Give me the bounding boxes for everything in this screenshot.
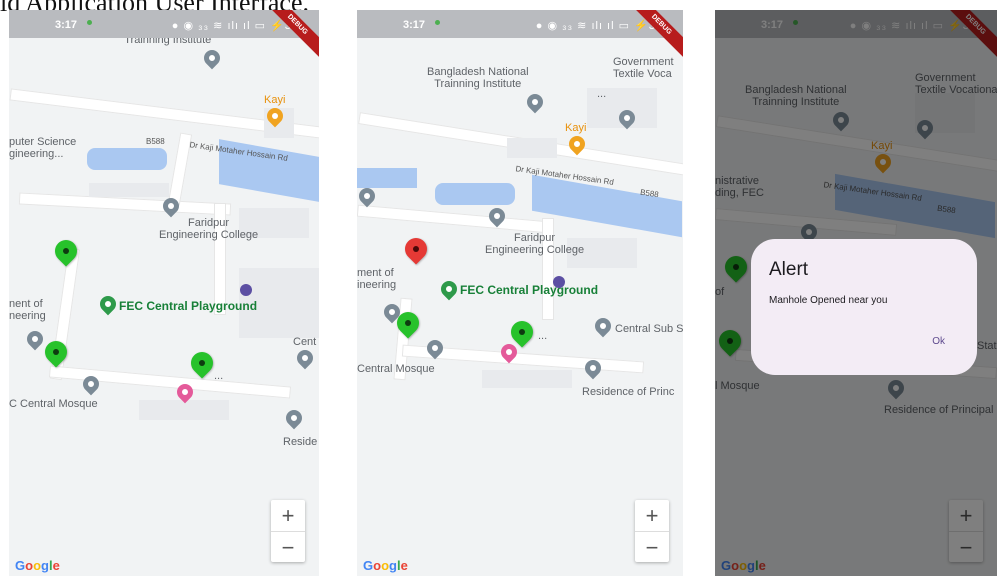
screen-manhole-open-map: 3:17 ● ◉ ₃₃ ≋ ılı ıl ▭ ⚡34 DEBUG Banglad… xyxy=(357,10,683,576)
bank-poi-icon[interactable] xyxy=(591,314,615,338)
water-body xyxy=(87,148,167,170)
zoom-control: + − xyxy=(271,500,305,562)
education-poi-icon[interactable] xyxy=(523,90,547,114)
status-bar: 3:17 ● ◉ ₃₃ ≋ ılı ıl ▭ ⚡34 xyxy=(357,10,683,38)
building xyxy=(482,370,572,388)
label-kayi: Kayi xyxy=(264,94,286,106)
user-location-icon xyxy=(553,276,565,288)
water-body xyxy=(357,168,417,188)
label-kayi: Kayi xyxy=(565,122,587,134)
google-logo: Google xyxy=(363,558,408,573)
label-fec-playground: FEC Central Playground xyxy=(460,283,599,297)
label-fec-playground: FEC Central Playground xyxy=(119,299,258,313)
water-body xyxy=(435,183,515,205)
zoom-in-button[interactable]: + xyxy=(635,500,669,532)
road-label-b588: B588 xyxy=(146,137,165,146)
education-poi-icon[interactable] xyxy=(23,327,47,351)
alert-message: Manhole Opened near you xyxy=(769,295,888,306)
label-faridpur-engineering: Faridpur Engineering College xyxy=(485,232,585,256)
building xyxy=(507,138,557,158)
park-poi-icon[interactable] xyxy=(437,277,461,301)
label-ellipsis: ... xyxy=(214,370,224,382)
park-poi-icon[interactable] xyxy=(96,292,120,316)
label-central-mosque: C Central Mosque xyxy=(9,398,98,410)
road xyxy=(167,132,193,206)
manhole-pin-red-open[interactable] xyxy=(400,233,432,265)
user-location-icon xyxy=(240,284,252,296)
manhole-pin-green[interactable] xyxy=(186,347,218,379)
ok-button[interactable]: Ok xyxy=(932,336,945,347)
label-central-mosque: Central Mosque xyxy=(357,363,435,375)
screen-alert-dialog: 3:17 ● ◉ ₃₃ ≋ ılı ıl ▭ ⚡34 DEBUG Banglad… xyxy=(715,10,997,576)
status-time: 3:17 xyxy=(55,19,78,31)
bank-poi-icon[interactable] xyxy=(293,346,317,370)
education-poi-icon[interactable] xyxy=(200,46,224,70)
alert-title: Alert xyxy=(769,259,809,280)
google-logo: Google xyxy=(15,558,60,573)
zoom-out-button[interactable]: − xyxy=(271,532,305,563)
alert-dialog: Alert Manhole Opened near you Ok xyxy=(751,239,977,375)
notification-dot-icon xyxy=(435,20,440,25)
residence-poi-icon[interactable] xyxy=(282,406,306,430)
map-view[interactable]: Bangladesh National Trainning Institute … xyxy=(9,22,319,576)
status-icons: ● ◉ ₃₃ ≋ ılı ıl ▭ ⚡34 xyxy=(171,20,299,32)
status-bar: 3:17 ● ◉ ₃₃ ≋ ılı ıl ▭ ⚡34 xyxy=(9,10,319,38)
status-time: 3:17 xyxy=(403,19,426,31)
label-cent: Cent xyxy=(293,336,317,348)
label-computer-science: puter Science gineering... xyxy=(9,136,77,160)
map-view[interactable]: Bangladesh National Trainning Institute … xyxy=(357,38,683,576)
road-label-b588: B588 xyxy=(639,187,660,200)
label-department: ment of ineering xyxy=(357,267,397,291)
status-icons: ● ◉ ₃₃ ≋ ılı ıl ▭ ⚡34 xyxy=(535,20,663,32)
label-residence: Reside xyxy=(283,436,318,448)
notification-dot-icon xyxy=(87,20,92,25)
zoom-control: + − xyxy=(635,500,669,562)
label-central-sub: Central Sub S xyxy=(615,323,683,335)
building xyxy=(89,183,169,197)
label-faridpur-engineering: Faridpur Engineering College xyxy=(159,217,259,241)
label-government-textile: Government Textile Voca xyxy=(613,56,674,80)
label-ellipsis-pin: ... xyxy=(538,330,548,342)
label-residence: Residence of Princ xyxy=(582,386,675,398)
manhole-pin-green[interactable] xyxy=(506,316,538,348)
label-ellipsis-top: ... xyxy=(597,88,607,100)
label-bangladesh-institute: Bangladesh National Trainning Institute xyxy=(427,66,529,90)
road xyxy=(357,204,550,234)
zoom-out-button[interactable]: − xyxy=(635,532,669,563)
label-department: nent of neering xyxy=(9,298,46,322)
screen-normal-map: 3:17 ● ◉ ₃₃ ≋ ılı ıl ▭ ⚡34 DEBUG Banglad… xyxy=(9,10,319,576)
zoom-in-button[interactable]: + xyxy=(271,500,305,532)
